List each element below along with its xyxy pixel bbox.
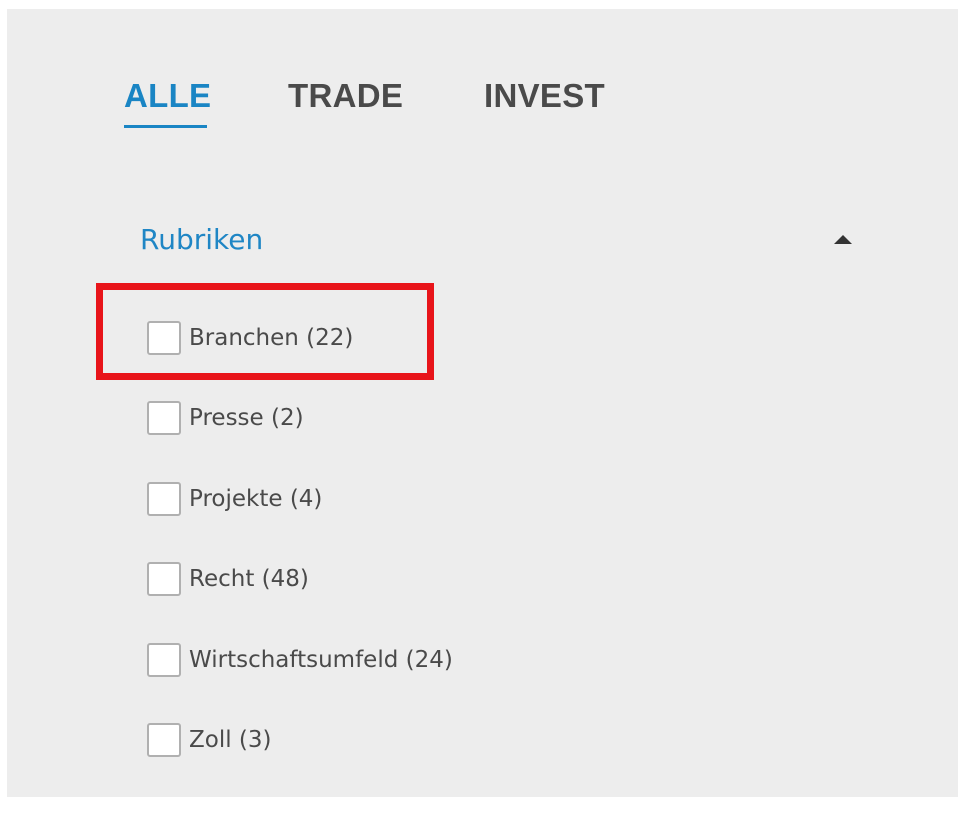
- option-label: Projekte (4): [189, 486, 323, 512]
- checkbox[interactable]: [147, 321, 181, 355]
- checkbox[interactable]: [147, 723, 181, 757]
- option-zoll[interactable]: Zoll (3): [140, 720, 272, 760]
- option-label: Presse (2): [189, 405, 304, 431]
- tab-alle[interactable]: ALLE: [124, 72, 211, 120]
- option-label: Zoll (3): [189, 727, 272, 753]
- checkbox[interactable]: [147, 482, 181, 516]
- option-projekte[interactable]: Projekte (4): [140, 479, 322, 519]
- option-branchen[interactable]: Branchen (22): [140, 318, 353, 358]
- tab-invest[interactable]: INVEST: [484, 72, 605, 120]
- option-wirtschaftsumfeld[interactable]: Wirtschaftsumfeld (24): [140, 640, 453, 680]
- option-label: Branchen (22): [189, 325, 354, 351]
- checkbox[interactable]: [147, 562, 181, 596]
- collapse-caret-icon[interactable]: [834, 235, 852, 244]
- section-title-rubriken[interactable]: Rubriken: [140, 220, 263, 260]
- active-tab-underline: [124, 125, 207, 128]
- option-label: Recht (48): [189, 566, 309, 592]
- option-recht[interactable]: Recht (48): [140, 559, 309, 599]
- option-presse[interactable]: Presse (2): [140, 398, 304, 438]
- option-label: Wirtschaftsumfeld (24): [189, 647, 453, 673]
- checkbox[interactable]: [147, 401, 181, 435]
- checkbox[interactable]: [147, 643, 181, 677]
- tab-trade[interactable]: TRADE: [288, 72, 403, 120]
